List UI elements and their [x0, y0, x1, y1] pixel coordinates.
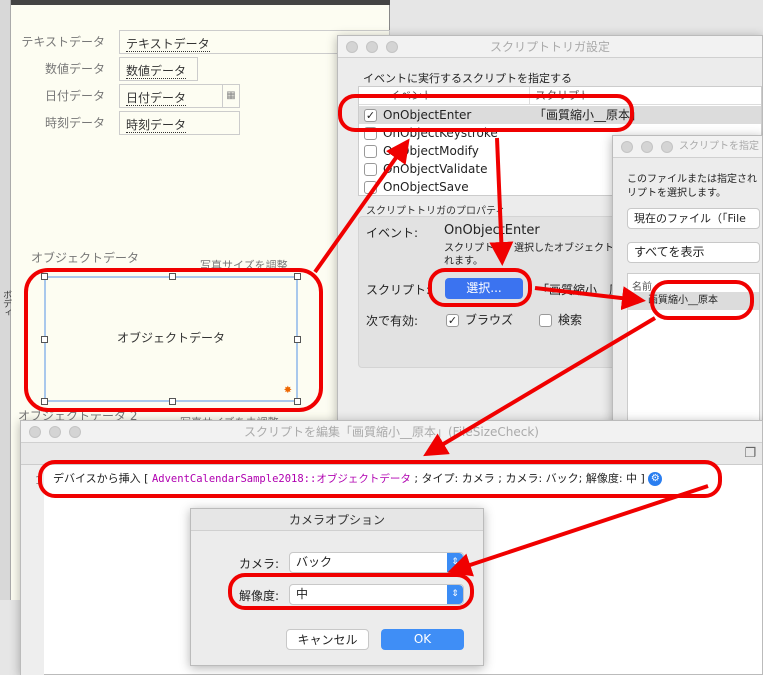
annotation-arrow [447, 484, 709, 577]
annotation-arrow [489, 137, 514, 266]
annotation-arrow [423, 316, 657, 457]
annotation-highlight [338, 94, 634, 132]
annotation-highlight [38, 460, 722, 498]
annotation-overlay [24, 94, 754, 610]
annotation-arrow [313, 138, 410, 274]
annotation-highlight [428, 268, 532, 307]
annotation-highlight [24, 268, 323, 412]
annotation-highlight [228, 573, 474, 610]
annotation-highlight [650, 280, 754, 320]
annotation-arrow [534, 286, 646, 311]
